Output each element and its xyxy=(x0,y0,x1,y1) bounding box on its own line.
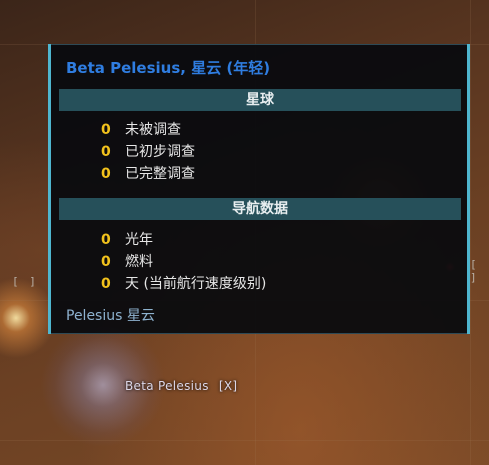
nav-stat-row: 0 燃料 xyxy=(101,251,153,271)
stat-value: 0 xyxy=(101,122,111,138)
map-system-marker[interactable]: [ ] xyxy=(12,275,38,288)
star-marker: [X] xyxy=(218,379,238,393)
nav-stat-row: 0 光年 xyxy=(101,229,153,249)
nebula-name-footer: Pelesius 星云 xyxy=(66,308,155,324)
stat-value: 0 xyxy=(101,144,111,160)
stat-label: 光年 xyxy=(125,232,153,248)
planet-stat-row: 0 已初步调查 xyxy=(101,141,195,161)
tooltip-title: Beta Pelesius, 星云 (年轻) xyxy=(66,59,271,77)
map-system-marker[interactable]: [ ] xyxy=(470,258,489,284)
stat-label: 已初步调查 xyxy=(125,144,195,160)
map-gridline xyxy=(0,440,489,441)
stat-value: 0 xyxy=(101,254,111,270)
star-name: Beta Pelesius xyxy=(125,379,209,393)
stat-value: 0 xyxy=(101,232,111,248)
stat-label: 燃料 xyxy=(125,254,153,270)
stat-label: 天 (当前航行速度级别) xyxy=(125,276,267,292)
stat-label: 未被调查 xyxy=(125,122,181,138)
stat-value: 0 xyxy=(101,166,111,182)
section-header-nav: 导航数据 xyxy=(59,198,461,220)
planet-stat-row: 0 未被调查 xyxy=(101,119,181,139)
stat-value: 0 xyxy=(101,276,111,292)
map-gridline xyxy=(470,0,471,465)
map-star-label[interactable]: Beta Pelesius [X] xyxy=(125,379,237,393)
system-info-tooltip: Beta Pelesius, 星云 (年轻) 星球 0 未被调查 0 已初步调查 0… xyxy=(48,44,470,334)
nav-stat-row: 0 天 (当前航行速度级别) xyxy=(101,273,266,293)
section-header-planets: 星球 xyxy=(59,89,461,111)
stat-label: 已完整调查 xyxy=(125,166,195,182)
planet-stat-row: 0 已完整调查 xyxy=(101,163,195,183)
